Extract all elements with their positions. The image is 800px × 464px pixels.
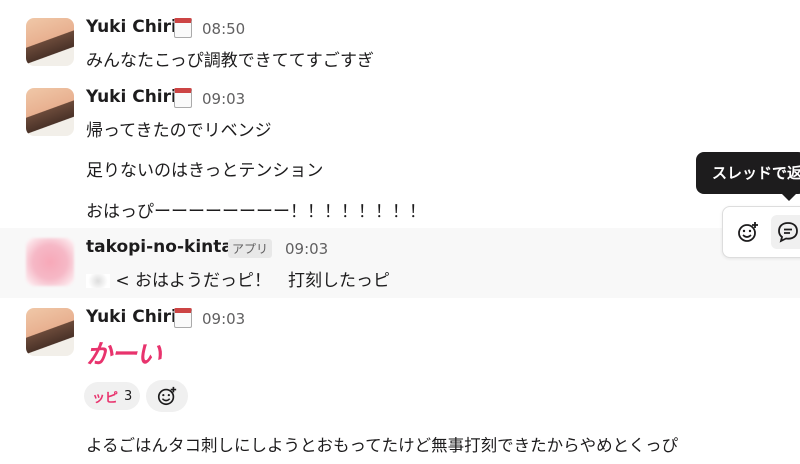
message: Yuki Chiri 08:50 みんなたこっぴ調教できててすごすぎ xyxy=(0,0,800,80)
sender-name[interactable]: Yuki Chiri xyxy=(86,87,177,107)
thread-reply-icon xyxy=(778,222,798,243)
add-reaction-icon xyxy=(157,386,177,406)
message: takopi-no-kintai アプリ 09:03 < おはようだっピ！ 打刻… xyxy=(0,228,800,298)
message: Yuki Chiri 09:03 帰ってきたのでリベンジ 足りないのはきっとテン… xyxy=(0,80,800,226)
timestamp[interactable]: 09:03 xyxy=(285,240,328,258)
reaction-pill[interactable]: ッピ 3 xyxy=(84,382,141,410)
add-reaction-icon xyxy=(738,222,758,242)
message-actions xyxy=(722,206,800,258)
message-text: よるごはんタコ刺しにしようとおもってたけど無事打刻できたからやめとくっぴ xyxy=(86,436,679,455)
message-text: < おはようだっピ！ 打刻したっピ xyxy=(86,266,390,291)
reaction-count: 3 xyxy=(124,388,133,404)
sender-name[interactable]: takopi-no-kintai xyxy=(86,237,239,257)
timestamp[interactable]: 09:03 xyxy=(202,310,245,328)
message-text: みんなたこっぴ調教できててすごすぎ xyxy=(86,51,374,71)
thread-reply-button[interactable] xyxy=(771,215,800,249)
calendar-icon xyxy=(174,18,192,38)
add-reaction-button[interactable] xyxy=(146,380,188,412)
calendar-icon xyxy=(174,88,192,108)
reaction-emoji: ッピ xyxy=(92,390,119,406)
custom-emoji-sticker: かーい xyxy=(86,340,162,370)
message-text: 足りないのはきっとテンション xyxy=(86,161,324,181)
timestamp[interactable]: 08:50 xyxy=(202,20,245,38)
avatar[interactable] xyxy=(26,18,74,66)
message-text-content: < おはようだっピ！ 打刻したっピ xyxy=(115,271,391,291)
sender-name[interactable]: Yuki Chiri xyxy=(86,307,177,327)
app-badge: アプリ xyxy=(228,239,273,258)
tooltip-arrow xyxy=(782,194,796,201)
avatar[interactable] xyxy=(26,238,74,286)
avatar[interactable] xyxy=(26,88,74,136)
emoji-image xyxy=(86,274,110,288)
message-text: おはっぴーーーーーーーー！！！！！！！！ xyxy=(86,202,426,222)
message-text: 帰ってきたのでリベンジ xyxy=(86,121,272,141)
sender-name[interactable]: Yuki Chiri xyxy=(86,17,177,37)
timestamp[interactable]: 09:03 xyxy=(202,90,245,108)
add-reaction-button[interactable] xyxy=(731,215,765,249)
avatar[interactable] xyxy=(26,308,74,356)
calendar-icon xyxy=(174,308,192,328)
thread-reply-tooltip: スレッドで返信する xyxy=(696,152,800,194)
